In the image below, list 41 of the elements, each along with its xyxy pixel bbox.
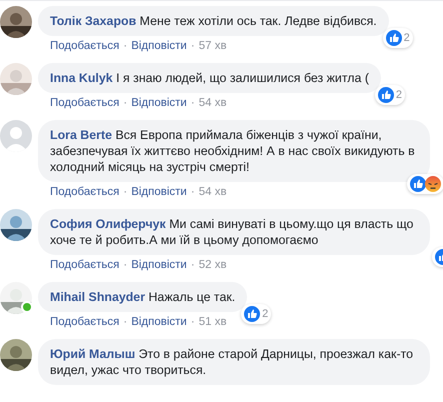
action-link[interactable]: Відповісти: [131, 97, 187, 109]
reaction-count: 2: [404, 32, 410, 44]
action-link[interactable]: Відповісти: [131, 316, 187, 328]
reaction-count: 2: [262, 308, 268, 320]
author-name[interactable]: Толік Захаров: [50, 14, 136, 28]
separator-dot: ·: [123, 186, 128, 198]
action-link[interactable]: Відповісти: [131, 40, 187, 52]
action-link[interactable]: Відповісти: [131, 259, 187, 271]
separator-dot: ·: [123, 316, 128, 328]
separator-dot: ·: [190, 316, 195, 328]
author-name[interactable]: Inna Kulyk: [50, 71, 113, 85]
action-link[interactable]: Подобається: [50, 316, 120, 328]
author-name[interactable]: Mihail Shnayder: [50, 290, 146, 304]
comment-text: Lora Berte Вся Европа приймала біженців з чужої країни, забезпечувая їх життєво необхідним! А в нас своїх викидують в холодний місяць на зустріч смерті!: [50, 127, 416, 175]
comment-text: Толік Захаров Мене теж хотіли ось так. Ледве відбився.: [50, 13, 377, 29]
like-icon: [410, 176, 426, 192]
author-name[interactable]: София Олиферчук: [50, 217, 166, 231]
like-icon: [244, 306, 260, 322]
separator-dot: ·: [190, 186, 195, 198]
like-icon: [386, 30, 402, 46]
reactions-badge[interactable]: [407, 174, 443, 194]
action-link[interactable]: Подобається: [50, 259, 120, 271]
comment-text: Mihail Shnayder Нажаль це так.: [50, 289, 236, 305]
separator-dot: ·: [190, 97, 195, 109]
action-link[interactable]: Подобається: [50, 97, 120, 109]
comment-text: София Олиферчук Ми самі винуваті в цьому.що ця власть що хоче те й робить.А ми їй в цьому допомогаємо: [50, 216, 414, 248]
separator-dot: ·: [190, 259, 195, 271]
action-link[interactable]: Подобається: [50, 186, 120, 198]
action-link[interactable]: Відповісти: [131, 186, 187, 198]
action-link[interactable]: Подобається: [50, 40, 120, 52]
comment-text: Юрий Малыш Это в районе старой Дарницы, проезжал как-то видел, ужас что твориться.: [50, 346, 414, 378]
separator-dot: ·: [123, 259, 128, 271]
comment-text: Inna Kulyk І я знаю людей, що залишилися без житла (: [50, 70, 369, 86]
angry-face-icon: [425, 176, 441, 192]
reaction-count: 2: [396, 89, 402, 101]
like-icon: [378, 87, 394, 103]
separator-dot: ·: [123, 97, 128, 109]
author-name[interactable]: Юрий Малыш: [50, 347, 136, 361]
author-name[interactable]: Lora Berte: [50, 128, 112, 142]
separator-dot: ·: [123, 40, 128, 52]
separator-dot: ·: [190, 40, 195, 52]
